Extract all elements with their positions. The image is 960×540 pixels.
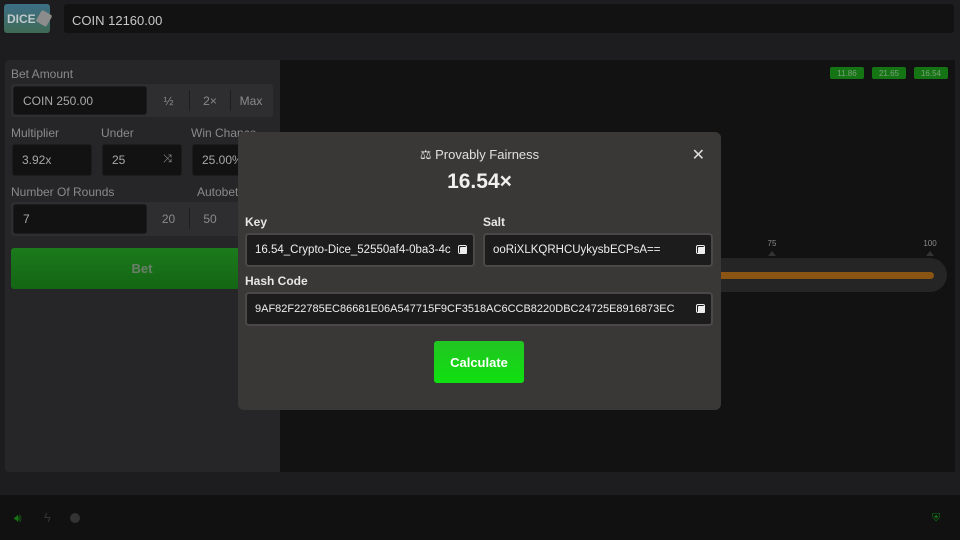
- copy-icon[interactable]: [696, 245, 705, 254]
- copy-icon[interactable]: [696, 304, 705, 313]
- key-value: 16.54_Crypto-Dice_52550af4-0ba3-4c: [255, 244, 451, 256]
- salt-label: Salt: [483, 215, 506, 229]
- hash-value: 9AF82F22785EC86681E06A547715F9CF3518AC6C…: [255, 303, 675, 315]
- hash-label: Hash Code: [245, 274, 308, 288]
- hash-field[interactable]: 9AF82F22785EC86681E06A547715F9CF3518AC6C…: [245, 292, 713, 326]
- modal-title: Provably Fairness: [435, 147, 540, 162]
- provably-fair-modal: ⚖ Provably Fairness 16.54× ✕ Key 16.54_C…: [238, 132, 721, 410]
- salt-value: ooRiXLKQRHCUykysbECPsA==: [493, 244, 661, 256]
- modal-title-row: ⚖ Provably Fairness: [238, 147, 721, 163]
- close-icon[interactable]: ✕: [692, 145, 705, 165]
- key-label: Key: [245, 215, 268, 229]
- copy-icon[interactable]: [458, 245, 467, 254]
- scales-icon: ⚖: [419, 147, 436, 162]
- salt-field[interactable]: ooRiXLKQRHCUykysbECPsA==: [483, 233, 713, 267]
- result-multiplier: 16.54×: [447, 170, 512, 193]
- key-field[interactable]: 16.54_Crypto-Dice_52550af4-0ba3-4c: [245, 233, 475, 267]
- calculate-button[interactable]: Calculate: [434, 341, 524, 383]
